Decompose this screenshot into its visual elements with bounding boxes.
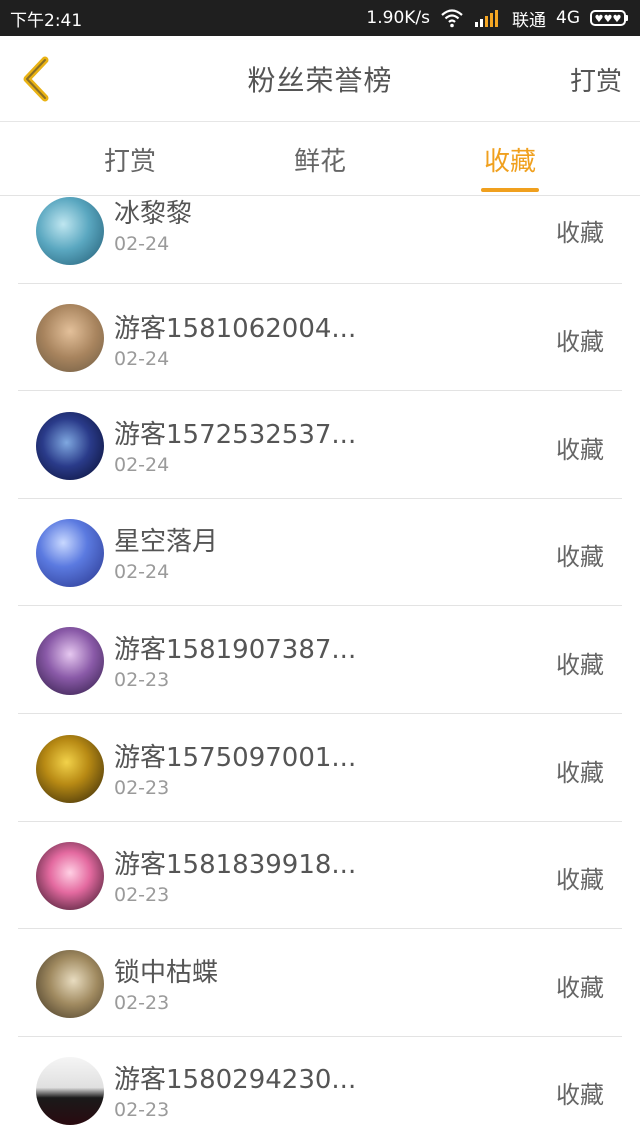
tab-label: 收藏 bbox=[483, 146, 536, 177]
action-type: 收藏 bbox=[556, 543, 604, 571]
item-date: 02-24 bbox=[114, 233, 170, 255]
wifi-icon bbox=[440, 8, 464, 28]
list-item[interactable]: 冰黎黎 02-24 收藏 bbox=[18, 196, 622, 284]
list-item[interactable]: 锁中枯蝶 02-23 收藏 bbox=[18, 930, 622, 1037]
fan-list[interactable]: 冰黎黎 02-24 收藏 游客1581062004... 02-24 收藏 游客… bbox=[18, 196, 622, 1138]
action-type: 收藏 bbox=[556, 866, 604, 894]
action-type: 收藏 bbox=[556, 759, 604, 787]
user-name: 游客1572532537... bbox=[114, 420, 357, 450]
item-date: 02-23 bbox=[114, 884, 170, 906]
item-date: 02-23 bbox=[114, 992, 170, 1014]
list-item[interactable]: 游客1581907387... 02-23 收藏 bbox=[18, 607, 622, 714]
tab-bar: 打赏 鲜花 收藏 bbox=[0, 122, 640, 196]
action-type: 收藏 bbox=[556, 328, 604, 356]
page-title: 粉丝荣誉榜 bbox=[247, 64, 393, 97]
user-name: 游客1580294230... bbox=[114, 1065, 357, 1095]
network-type: 4G bbox=[556, 8, 580, 28]
item-date: 02-24 bbox=[114, 348, 170, 370]
action-type: 收藏 bbox=[556, 219, 604, 247]
avatar bbox=[36, 842, 104, 910]
tab-favorites[interactable]: 收藏 bbox=[440, 122, 580, 196]
svg-text:♥♥♥: ♥♥♥ bbox=[595, 14, 622, 25]
item-date: 02-23 bbox=[114, 777, 170, 799]
tab-label: 鲜花 bbox=[293, 146, 346, 177]
item-date: 02-23 bbox=[114, 669, 170, 691]
avatar bbox=[36, 412, 104, 480]
item-date: 02-24 bbox=[114, 561, 170, 583]
user-name: 游客1581907387... bbox=[114, 635, 357, 665]
list-item[interactable]: 游客1581062004... 02-24 收藏 bbox=[18, 284, 622, 391]
active-tab-indicator bbox=[481, 188, 539, 192]
user-name: 锁中枯蝶 bbox=[114, 958, 219, 988]
header-bar: 粉丝荣誉榜 打赏 bbox=[0, 36, 640, 122]
item-date: 02-24 bbox=[114, 454, 170, 476]
item-date: 02-23 bbox=[114, 1099, 170, 1121]
avatar bbox=[36, 519, 104, 587]
avatar bbox=[36, 1057, 104, 1125]
avatar bbox=[36, 735, 104, 803]
user-name: 游客1575097001... bbox=[114, 743, 357, 773]
action-type: 收藏 bbox=[556, 651, 604, 679]
avatar bbox=[36, 304, 104, 372]
list-item[interactable]: 游客1575097001... 02-23 收藏 bbox=[18, 715, 622, 822]
network-speed: 1.90K/s bbox=[366, 8, 430, 28]
action-type: 收藏 bbox=[556, 1081, 604, 1109]
list-item[interactable]: 游客1581839918... 02-23 收藏 bbox=[18, 822, 622, 929]
avatar bbox=[36, 950, 104, 1018]
user-name: 游客1581062004... bbox=[114, 314, 357, 344]
action-type: 收藏 bbox=[556, 974, 604, 1002]
carrier-name: 联通 bbox=[512, 10, 546, 31]
status-right: 1.90K/s 联通 4G ♥♥♥ bbox=[366, 6, 630, 31]
list-item[interactable]: 星空落月 02-24 收藏 bbox=[18, 499, 622, 606]
status-bar: 下午2:41 1.90K/s 联通 4G ♥♥♥ bbox=[0, 0, 640, 36]
user-name: 冰黎黎 bbox=[114, 199, 193, 229]
avatar bbox=[36, 197, 104, 265]
tab-label: 打赏 bbox=[103, 146, 156, 177]
signal-icon bbox=[474, 8, 502, 28]
status-time: 下午2:41 bbox=[10, 10, 83, 31]
action-type: 收藏 bbox=[556, 436, 604, 464]
list-item[interactable]: 游客1580294230... 02-23 收藏 bbox=[18, 1037, 622, 1138]
avatar bbox=[36, 627, 104, 695]
user-name: 星空落月 bbox=[114, 527, 219, 557]
tab-reward[interactable]: 打赏 bbox=[60, 122, 200, 196]
tab-flowers[interactable]: 鲜花 bbox=[250, 122, 390, 196]
list-item[interactable]: 游客1572532537... 02-24 收藏 bbox=[18, 392, 622, 499]
battery-icon: ♥♥♥ bbox=[590, 9, 630, 27]
user-name: 游客1581839918... bbox=[114, 850, 357, 880]
reward-action-button[interactable]: 打赏 bbox=[570, 36, 622, 122]
